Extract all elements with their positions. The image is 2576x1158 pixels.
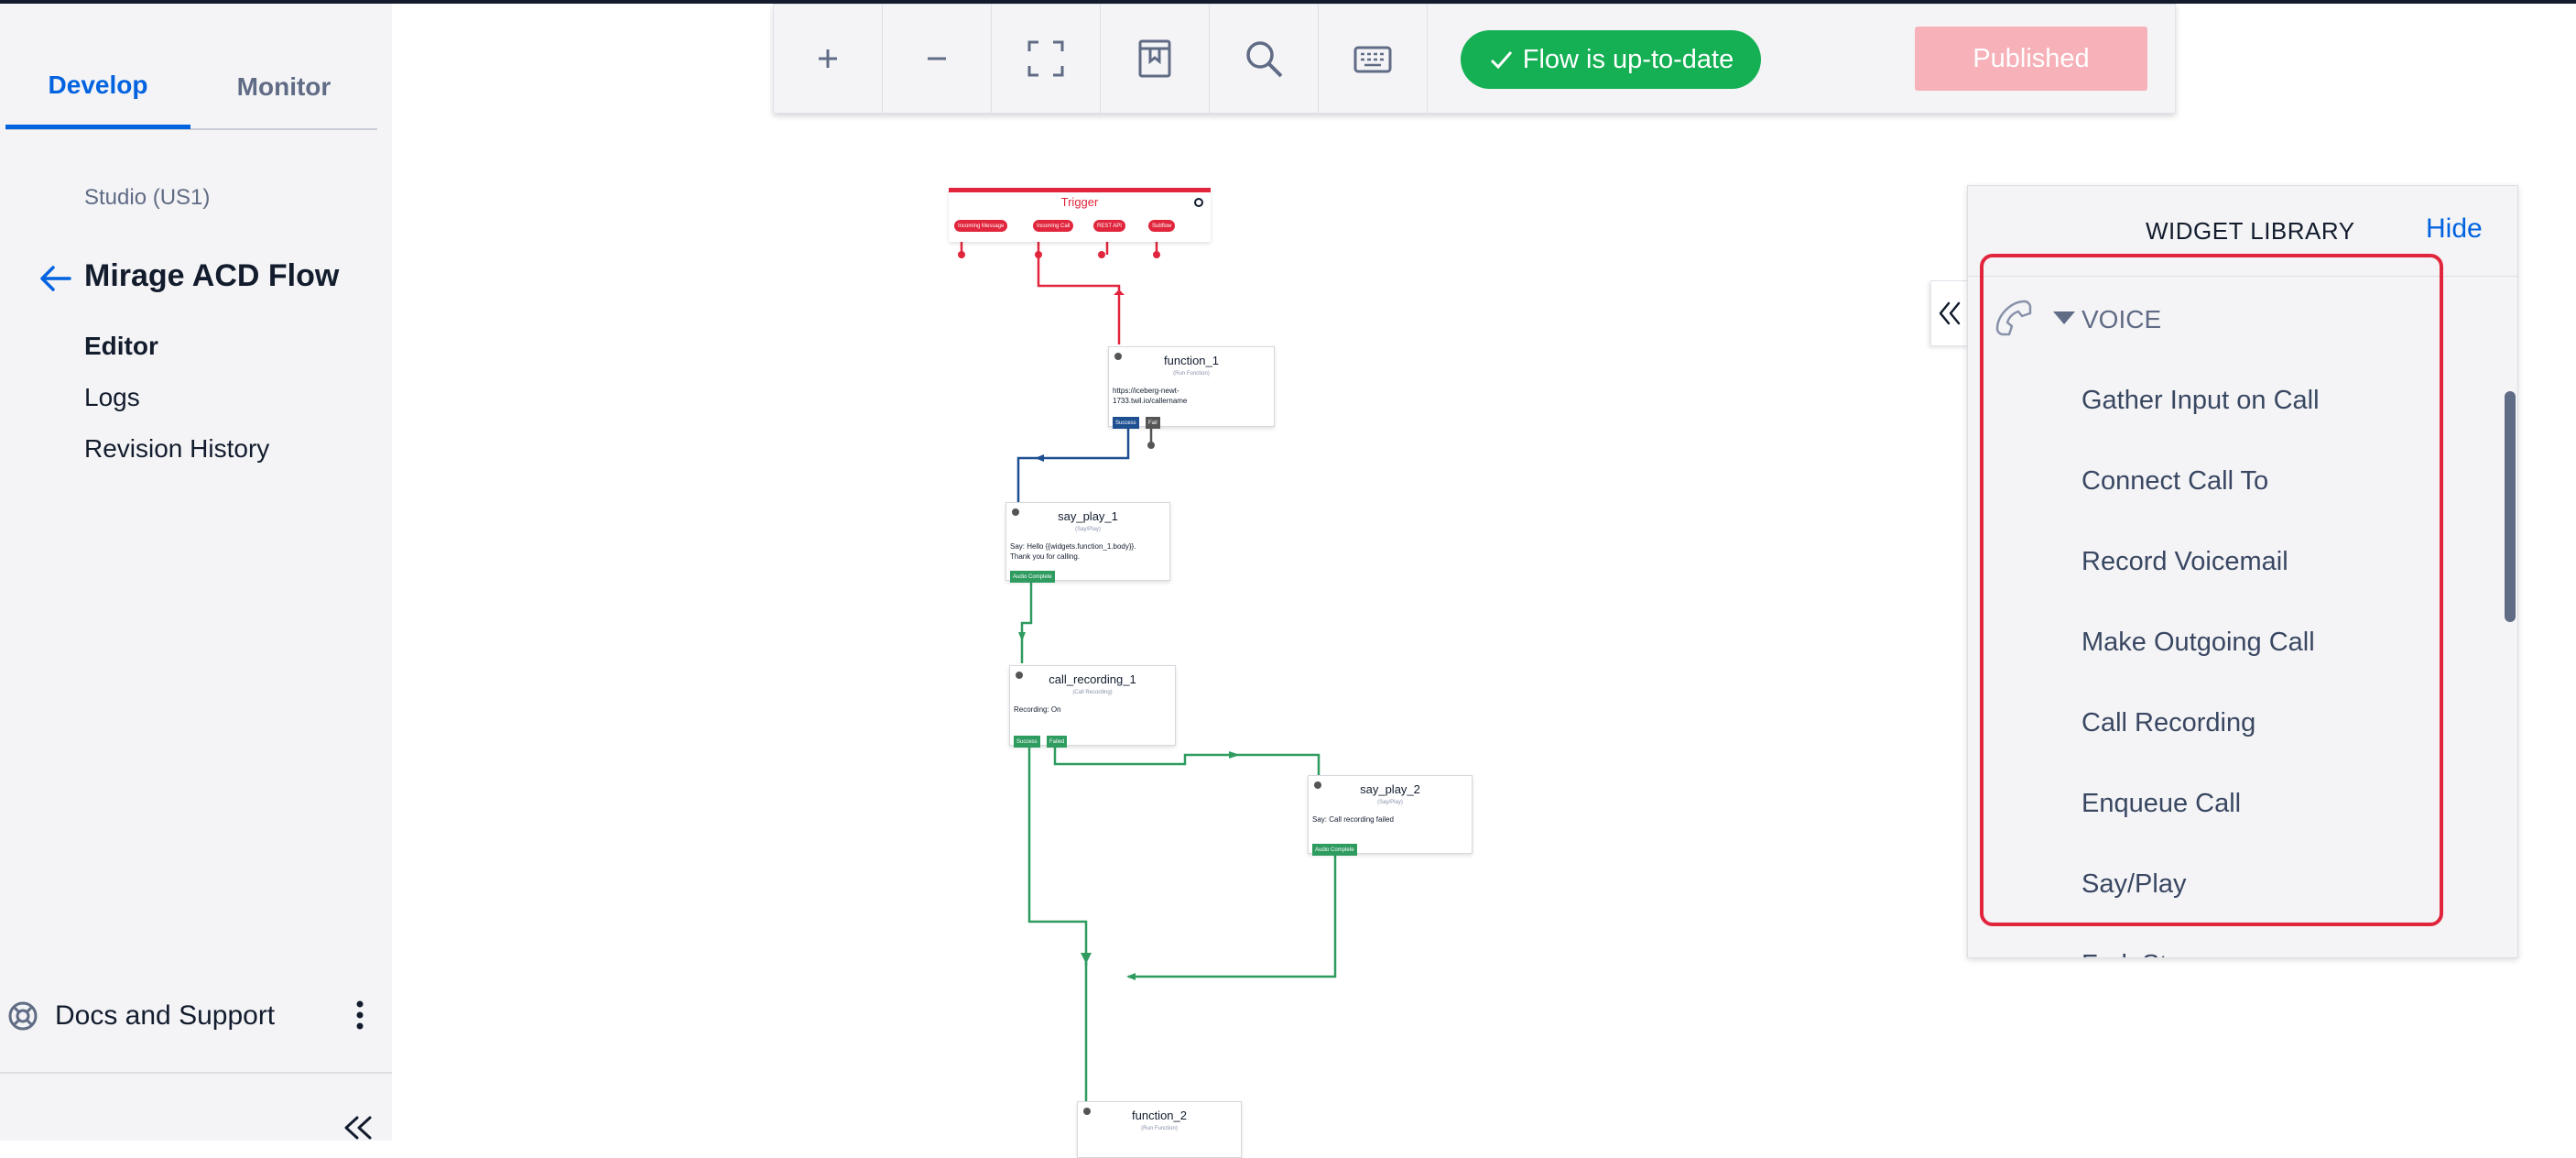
publish-button[interactable]: Published xyxy=(1915,27,2147,91)
port-success[interactable]: Success xyxy=(1014,736,1040,748)
widget-body: Recording: On xyxy=(1014,705,1061,714)
zoom-out-button[interactable] xyxy=(883,5,992,113)
docs-and-support-link[interactable]: Docs and Support xyxy=(55,1000,275,1032)
widget-body: Say: Hello {{widgets.function_1.body}}. T… xyxy=(1010,542,1136,561)
widget-say-play-1[interactable]: say_play_1 (Say/Play) Say: Hello {{widge… xyxy=(1005,502,1170,583)
widget-name: say_play_1 xyxy=(1058,509,1118,523)
widget-say-play-2[interactable]: say_play_2 (Say/Play) Say: Call recordin… xyxy=(1308,775,1473,856)
trigger-port-rest-api[interactable]: REST API xyxy=(1093,220,1125,232)
collapse-library-button[interactable] xyxy=(1930,280,1969,346)
widget-type: (Run Function) xyxy=(1173,371,1210,377)
fit-to-screen-button[interactable] xyxy=(992,5,1101,113)
widget-name: say_play_2 xyxy=(1360,782,1420,796)
canvas-toolbar: Flow is up-to-date Published xyxy=(773,4,2176,114)
collapse-sidebar-icon[interactable] xyxy=(339,1114,375,1142)
widget-type: (Run Function) xyxy=(1141,1126,1178,1131)
library-item-record-voicemail[interactable]: Record Voicemail xyxy=(2081,547,2288,577)
library-item-gather-input-on-call[interactable]: Gather Input on Call xyxy=(2081,386,2320,416)
sidebar: Develop Monitor Studio (US1) Mirage ACD … xyxy=(0,4,392,1141)
minus-icon xyxy=(928,57,946,60)
widget-call-recording-1[interactable]: call_recording_1 (Call Recording) Record… xyxy=(1009,665,1176,748)
hide-library-link[interactable]: Hide xyxy=(2426,213,2483,245)
library-item-fork-stream[interactable]: Fork Stream xyxy=(2081,950,2228,957)
checkmark-icon xyxy=(1490,51,1512,70)
tab-monitor[interactable]: Monitor xyxy=(190,46,377,128)
widget-name: function_2 xyxy=(1132,1109,1187,1122)
library-item-make-outgoing-call[interactable]: Make Outgoing Call xyxy=(2081,628,2315,658)
bookmark-button[interactable] xyxy=(1101,5,1210,113)
bookmark-icon xyxy=(1138,39,1171,78)
flow-title: Mirage ACD Flow xyxy=(84,258,340,293)
widget-type: (Say/Play) xyxy=(1075,527,1101,532)
trigger-port-incoming-call[interactable]: Incoming Call xyxy=(1033,220,1074,232)
nav-item-editor[interactable]: Editor xyxy=(84,332,158,361)
widget-name: call_recording_1 xyxy=(1049,672,1136,686)
trigger-title: Trigger xyxy=(1060,195,1099,209)
widget-function-1[interactable]: function_1 (Run Function) https://iceber… xyxy=(1108,346,1275,429)
caret-down-icon[interactable] xyxy=(2052,311,2076,325)
lifebuoy-icon xyxy=(8,1001,38,1031)
library-scrollbar[interactable] xyxy=(2505,391,2516,622)
widget-library-panel: WIDGET LIBRARY Hide VOICE Gather Input o… xyxy=(1967,185,2518,958)
nav-item-revision-history[interactable]: Revision History xyxy=(84,434,269,464)
keyboard-shortcuts-button[interactable] xyxy=(1319,5,1428,113)
studio-region-label: Studio (US1) xyxy=(84,185,211,210)
widget-library-title: WIDGET LIBRARY xyxy=(2146,217,2355,245)
port-audio-complete[interactable]: Audio Complete xyxy=(1312,844,1357,856)
port-success[interactable]: Success xyxy=(1113,417,1139,429)
settings-icon[interactable] xyxy=(1192,196,1205,209)
sidebar-tabs: Develop Monitor xyxy=(5,46,377,130)
back-arrow-icon[interactable] xyxy=(37,260,73,297)
fullscreen-icon xyxy=(1027,40,1064,77)
library-item-say-play[interactable]: Say/Play xyxy=(2081,869,2186,900)
double-chevron-left-icon xyxy=(1939,301,1961,325)
widget-type: (Call Recording) xyxy=(1072,690,1113,695)
trigger-port-subflow[interactable]: Subflow xyxy=(1148,220,1176,232)
sidebar-divider xyxy=(0,1072,392,1074)
widget-function-2[interactable]: function_2 (Run Function) xyxy=(1077,1101,1242,1158)
flow-status-badge: Flow is up-to-date xyxy=(1461,30,1761,89)
search-button[interactable] xyxy=(1210,5,1319,113)
library-item-call-recording[interactable]: Call Recording xyxy=(2081,708,2255,738)
library-item-enqueue-call[interactable]: Enqueue Call xyxy=(2081,789,2241,819)
search-icon xyxy=(1246,41,1283,78)
phone-icon xyxy=(1995,300,2032,336)
widget-name: function_1 xyxy=(1164,354,1219,367)
plus-icon xyxy=(819,49,837,68)
widget-body: Say: Call recording failed xyxy=(1312,815,1394,824)
port-fail[interactable]: Fail xyxy=(1146,417,1160,429)
library-section-voice[interactable]: VOICE xyxy=(2081,305,2161,334)
more-options-icon[interactable] xyxy=(346,997,374,1033)
library-item-connect-call-to[interactable]: Connect Call To xyxy=(2081,466,2268,497)
widget-library-header: WIDGET LIBRARY Hide xyxy=(1968,186,2517,277)
widget-body: https://iceberg-newt- 1733.twil.io/caller… xyxy=(1113,387,1188,405)
trigger-port-incoming-message[interactable]: Incoming Message xyxy=(954,220,1008,232)
trigger-widget[interactable]: Trigger Incoming Message Incoming Call R… xyxy=(949,188,1211,242)
zoom-in-button[interactable] xyxy=(774,5,883,113)
nav-item-logs[interactable]: Logs xyxy=(84,383,140,412)
keyboard-icon xyxy=(1353,46,1392,73)
port-failed[interactable]: Failed xyxy=(1047,736,1068,748)
widget-type: (Say/Play) xyxy=(1377,800,1403,805)
flow-status-text: Flow is up-to-date xyxy=(1522,44,1734,74)
port-audio-complete[interactable]: Audio Complete xyxy=(1010,571,1055,583)
tab-develop[interactable]: Develop xyxy=(5,46,190,129)
